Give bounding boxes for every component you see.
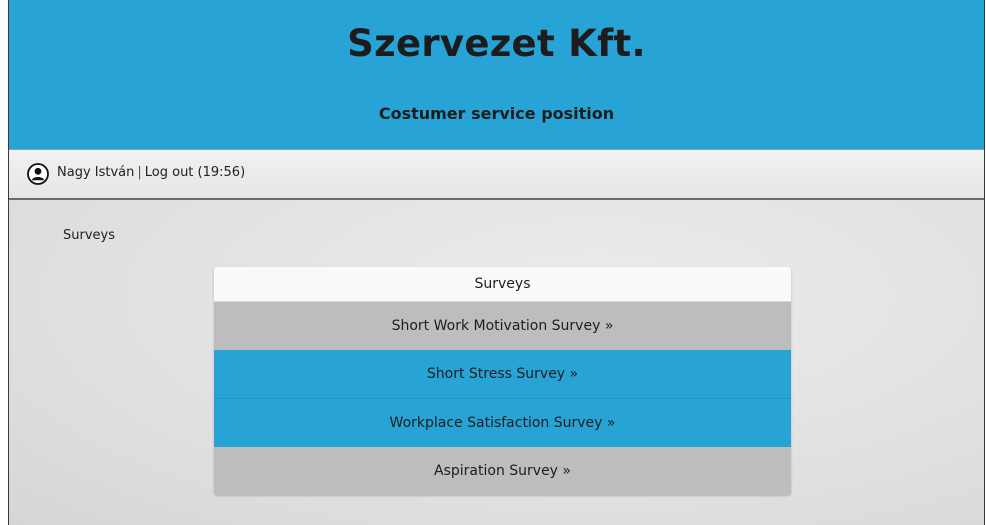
surveys-panel-title: Surveys bbox=[214, 267, 791, 302]
breadcrumb: Surveys bbox=[63, 228, 115, 243]
surveys-panel: Surveys Short Work Motivation Survey » S… bbox=[214, 267, 791, 495]
position-subtitle: Costumer service position bbox=[378, 104, 615, 123]
header: Szervezet Kft. Costumer service position bbox=[9, 0, 984, 150]
user-icon bbox=[27, 163, 49, 185]
user-separator: | bbox=[137, 165, 142, 180]
survey-short-stress-button[interactable]: Short Stress Survey » bbox=[214, 350, 791, 398]
user-info: Nagy István | Log out (19:56) bbox=[57, 165, 245, 180]
survey-short-work-motivation-button[interactable]: Short Work Motivation Survey » bbox=[214, 302, 791, 350]
survey-workplace-satisfaction-button[interactable]: Workplace Satisfaction Survey » bbox=[214, 398, 791, 447]
app-frame: Szervezet Kft. Costumer service position… bbox=[8, 0, 985, 525]
main-content: Surveys Surveys Short Work Motivation Su… bbox=[9, 200, 984, 525]
company-title: Szervezet Kft. bbox=[347, 22, 646, 65]
user-bar: Nagy István | Log out (19:56) bbox=[9, 150, 984, 200]
user-name: Nagy István bbox=[57, 165, 135, 180]
logout-link[interactable]: Log out (19:56) bbox=[145, 165, 245, 180]
survey-aspiration-button[interactable]: Aspiration Survey » bbox=[214, 447, 791, 495]
